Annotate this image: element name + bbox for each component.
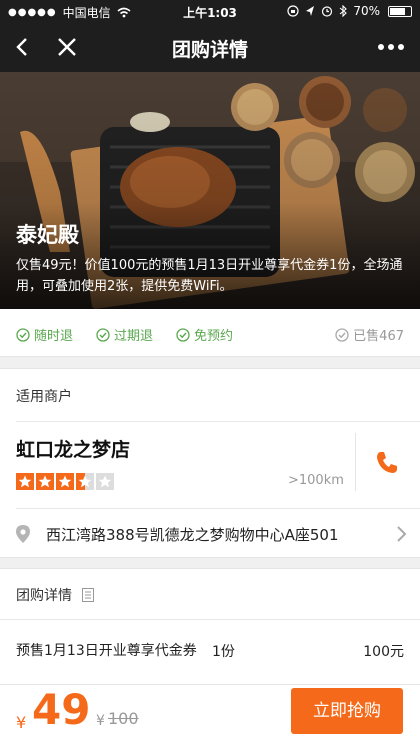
distance-label: >100km <box>288 473 344 488</box>
merchant-name[interactable]: 虹口龙之梦店 <box>16 435 130 462</box>
deal-detail-label: 团购详情 <box>16 585 95 605</box>
feature-label: 过期退 <box>114 329 154 344</box>
page-title: 团购详情 <box>171 39 248 61</box>
star-icon <box>16 473 34 490</box>
check-circle-icon <box>96 327 110 342</box>
status-bar: ●●●●● 中国电信 上午1:03 70% <box>0 0 420 22</box>
status-right: 70% <box>287 4 412 18</box>
currency-symbol: ¥ <box>16 713 27 732</box>
battery-percent: 70% <box>353 4 380 18</box>
sold-count: 已售467 <box>335 325 404 344</box>
merchant-section-label: 适用商户 <box>16 389 72 405</box>
star-icon <box>36 473 54 490</box>
divider <box>16 421 420 422</box>
more-button[interactable] <box>376 32 406 62</box>
shop-title: 泰妃殿 <box>16 223 79 247</box>
feature-label: 随时退 <box>34 329 74 344</box>
lock-rotation-icon <box>287 5 299 17</box>
original-currency-symbol: ¥ <box>96 713 105 729</box>
star-rating <box>16 473 114 490</box>
feature-no-reservation: 免预约 <box>176 325 233 344</box>
deal-item-name: 预售1月13日开业尊享代金券 <box>16 643 197 659</box>
nav-bar: 团购详情 <box>0 22 420 72</box>
more-icon <box>378 44 404 50</box>
feature-refund-anytime: 随时退 <box>16 325 73 344</box>
divider <box>0 619 420 620</box>
bluetooth-icon <box>339 5 348 17</box>
star-icon <box>56 473 74 490</box>
alarm-icon <box>322 6 333 17</box>
check-circle-icon <box>16 327 30 342</box>
empty-star-icon <box>96 473 114 490</box>
battery-icon <box>388 5 412 17</box>
vertical-divider <box>355 433 356 491</box>
purchase-bar: ¥ 49 ¥ 100 立即抢购 <box>0 684 420 747</box>
merchant-section: 适用商户 虹口龙之梦店 >100km 西江湾路388号凯德龙之梦购物中心A座50… <box>0 368 420 558</box>
map-pin-icon <box>16 525 30 543</box>
half-star-icon <box>76 473 94 490</box>
address-row[interactable]: 西江湾路388号凯德龙之梦购物中心A座501 <box>0 508 420 558</box>
deal-item-row: 预售1月13日开业尊享代金券 1份 100元 <box>0 625 420 675</box>
check-circle-icon <box>335 327 349 342</box>
deal-description: 仅售49元！价值100元的预售1月13日开业尊享代金券1份，全场通用，可叠加使用… <box>16 258 403 294</box>
feature-refund-expired: 过期退 <box>96 325 153 344</box>
sale-price: 49 <box>32 685 91 734</box>
location-icon <box>306 6 315 16</box>
feature-tags: 随时退 过期退 免预约 已售467 <box>0 309 420 357</box>
call-button[interactable] <box>374 449 400 475</box>
hero-text: 泰妃殿 仅售49元！价值100元的预售1月13日开业尊享代金券1份，全场通用，可… <box>16 219 404 297</box>
deal-detail-title: 团购详情 <box>16 588 72 604</box>
document-icon <box>82 588 95 602</box>
feature-label: 免预约 <box>194 329 234 344</box>
deal-item-qty: 1份 <box>212 644 235 660</box>
address-text: 西江湾路388号凯德龙之梦购物中心A座501 <box>46 526 339 544</box>
deal-item-price: 100元 <box>363 644 404 660</box>
phone-icon <box>377 452 397 473</box>
original-price: 100 <box>108 709 139 728</box>
check-circle-icon <box>176 327 190 342</box>
chevron-right-icon <box>397 526 407 542</box>
sold-label: 已售467 <box>353 329 404 344</box>
hero-banner: 泰妃殿 仅售49元！价值100元的预售1月13日开业尊享代金券1份，全场通用，可… <box>0 72 420 309</box>
buy-now-button[interactable]: 立即抢购 <box>291 688 403 734</box>
